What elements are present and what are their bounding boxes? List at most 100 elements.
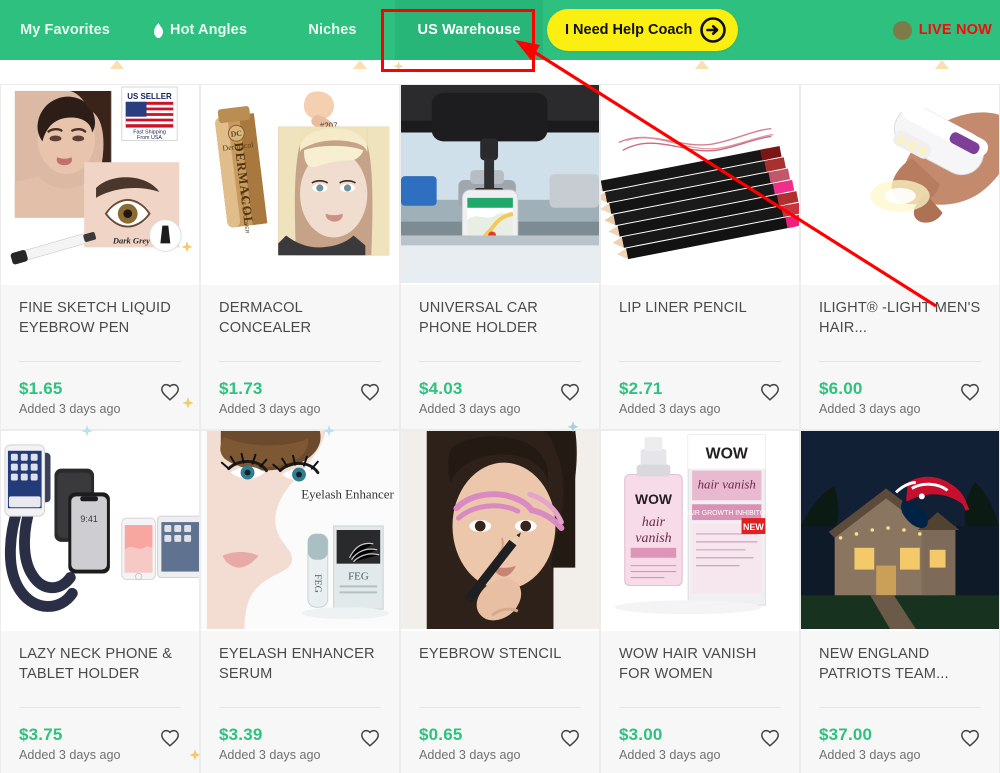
product-added-date: Added 3 days ago (819, 748, 921, 762)
product-card[interactable]: NEW ENGLAND PATRIOTS TEAM... $37.00 Adde… (800, 430, 1000, 773)
coach-button-label: I Need Help Coach (565, 22, 693, 38)
divider (219, 361, 381, 362)
svg-text:9:41: 9:41 (80, 514, 97, 524)
product-price: $1.65 (19, 379, 63, 398)
product-card[interactable]: UNIVERSAL CAR PHONE HOLDER $4.03 Added 3… (400, 84, 600, 430)
divider (619, 707, 781, 708)
divider (419, 707, 581, 708)
product-card[interactable]: 9:41 LAZY NECK PHONE & TABLET HOLDER $3.… (0, 430, 200, 773)
nav-item-label: Niches (308, 22, 357, 38)
product-added-date: Added 3 days ago (619, 748, 721, 762)
product-added-date: Added 3 days ago (19, 748, 121, 762)
product-title: EYELASH ENHANCER SERUM (219, 646, 375, 682)
product-price: $2.71 (619, 379, 663, 398)
product-title: UNIVERSAL CAR PHONE HOLDER (419, 300, 538, 336)
product-title: WOW HAIR VANISH FOR WOMEN (619, 646, 757, 682)
product-card[interactable]: Eyelash Enhancer FEG FEG EYELASH ENHANCE… (200, 430, 400, 773)
product-info: FINE SKETCH LIQUID EYEBROW PEN $1.65 Add… (1, 285, 199, 429)
product-footer: $3.39 Added 3 days ago (219, 725, 381, 762)
nav-item-us-warehouse[interactable]: US Warehouse (395, 0, 543, 60)
product-footer: $3.00 Added 3 days ago (619, 725, 781, 762)
svg-text:hair: hair (642, 514, 666, 529)
favorite-heart-icon[interactable] (759, 727, 781, 749)
product-card[interactable]: US SELLER Fast Shipping From USA Dark Gr… (0, 84, 200, 430)
divider (219, 707, 381, 708)
product-added-date: Added 3 days ago (819, 402, 921, 416)
decor-triangle (695, 60, 709, 69)
product-price: $37.00 (819, 725, 873, 744)
decor-triangle (110, 60, 124, 69)
product-image: Eyelash Enhancer FEG FEG (201, 431, 399, 631)
favorite-heart-icon[interactable] (959, 381, 981, 403)
product-card[interactable]: ILIGHT® -LIGHT MEN'S HAIR... $6.00 Added… (800, 84, 1000, 430)
divider (19, 707, 181, 708)
product-title: FINE SKETCH LIQUID EYEBROW PEN (19, 300, 171, 336)
decor-triangle (935, 60, 949, 69)
svg-text:hair vanish: hair vanish (698, 477, 756, 491)
product-info: UNIVERSAL CAR PHONE HOLDER $4.03 Added 3… (401, 285, 599, 429)
decor-triangle (353, 60, 367, 69)
product-price: $4.03 (419, 379, 463, 398)
favorite-heart-icon[interactable] (159, 727, 181, 749)
svg-text:FEG: FEG (312, 574, 323, 593)
product-image (601, 85, 799, 285)
favorite-heart-icon[interactable] (359, 381, 381, 403)
live-now-indicator[interactable]: LIVE NOW (892, 0, 992, 60)
product-info: LAZY NECK PHONE & TABLET HOLDER $3.75 Ad… (1, 631, 199, 773)
divider (819, 707, 981, 708)
product-card[interactable]: #207 DC Dermacol DERMACOL MAKE-UP COVER … (200, 84, 400, 430)
product-info: EYEBROW STENCIL $0.65 Added 3 days ago (401, 631, 599, 773)
product-added-date: Added 3 days ago (19, 402, 121, 416)
nav-item-hot-angles[interactable]: Hot Angles (130, 0, 270, 60)
nav-item-label: Hot Angles (170, 22, 247, 38)
price-block: $1.65 Added 3 days ago (19, 379, 121, 416)
svg-text:NEW: NEW (743, 522, 764, 532)
price-block: $4.03 Added 3 days ago (419, 379, 521, 416)
price-block: $2.71 Added 3 days ago (619, 379, 721, 416)
nav-item-niches[interactable]: Niches (270, 0, 395, 60)
product-price: $6.00 (819, 379, 863, 398)
product-image (801, 85, 999, 285)
favorite-heart-icon[interactable] (959, 727, 981, 749)
product-grid: US SELLER Fast Shipping From USA Dark Gr… (0, 60, 1000, 773)
favorite-heart-icon[interactable] (359, 727, 381, 749)
live-now-label: LIVE NOW (918, 22, 992, 38)
svg-text:Dark Grey: Dark Grey (112, 235, 150, 245)
nav-item-label: US Warehouse (417, 22, 521, 38)
product-image: 9:41 (1, 431, 199, 631)
price-block: $3.39 Added 3 days ago (219, 725, 321, 762)
product-card[interactable]: EYEBROW STENCIL $0.65 Added 3 days ago (400, 430, 600, 773)
svg-text:WOW: WOW (706, 446, 748, 463)
favorite-heart-icon[interactable] (759, 381, 781, 403)
favorite-heart-icon[interactable] (159, 381, 181, 403)
price-block: $0.65 Added 3 days ago (419, 725, 521, 762)
svg-text:FEG: FEG (348, 571, 369, 583)
product-image: #207 DC Dermacol DERMACOL MAKE-UP COVER (201, 85, 399, 285)
product-image (401, 431, 599, 631)
product-price: $3.00 (619, 725, 663, 744)
product-footer: $1.73 Added 3 days ago (219, 379, 381, 416)
favorite-heart-icon[interactable] (559, 381, 581, 403)
product-added-date: Added 3 days ago (219, 402, 321, 416)
product-price: $0.65 (419, 725, 463, 744)
product-price: $3.75 (19, 725, 63, 744)
nav-item-my-favorites[interactable]: My Favorites (0, 0, 130, 60)
need-help-coach-button[interactable]: I Need Help Coach (547, 9, 739, 51)
favorite-heart-icon[interactable] (559, 727, 581, 749)
svg-text:HAIR GROWTH INHIBITOR: HAIR GROWTH INHIBITOR (683, 510, 770, 517)
product-footer: $0.65 Added 3 days ago (419, 725, 581, 762)
product-card[interactable]: WOW hair vanish HAIR GROWTH INHIBITOR NE… (600, 430, 800, 773)
product-info: LIP LINER PENCIL $2.71 Added 3 days ago (601, 285, 799, 429)
product-footer: $37.00 Added 3 days ago (819, 725, 981, 762)
product-info: EYELASH ENHANCER SERUM $3.39 Added 3 day… (201, 631, 399, 773)
nav-items: My Favorites Hot Angles Niches US Wareho… (0, 0, 739, 60)
product-title: LAZY NECK PHONE & TABLET HOLDER (19, 646, 173, 682)
top-navigation-bar: My Favorites Hot Angles Niches US Wareho… (0, 0, 1000, 60)
product-footer: $4.03 Added 3 days ago (419, 379, 581, 416)
divider (819, 361, 981, 362)
product-title: ILIGHT® -LIGHT MEN'S HAIR... (819, 300, 981, 336)
product-card[interactable]: LIP LINER PENCIL $2.71 Added 3 days ago (600, 84, 800, 430)
svg-text:WOW: WOW (635, 491, 673, 507)
price-block: $6.00 Added 3 days ago (819, 379, 921, 416)
product-footer: $3.75 Added 3 days ago (19, 725, 181, 762)
